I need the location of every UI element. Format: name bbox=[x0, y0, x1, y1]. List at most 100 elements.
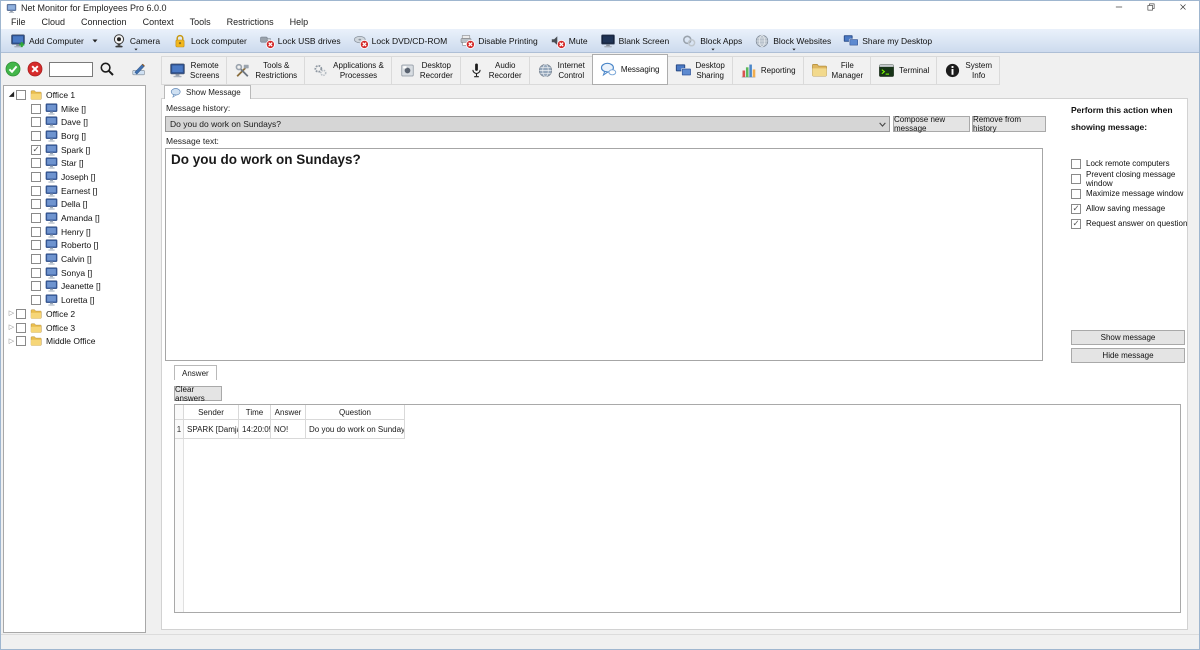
action-checkbox[interactable] bbox=[1071, 204, 1081, 214]
tree-item-borg[interactable]: Borg [] bbox=[4, 129, 145, 143]
remove-from-history-button[interactable]: Remove from history bbox=[972, 116, 1046, 132]
tab-remote-screens[interactable]: RemoteScreens bbox=[161, 56, 227, 85]
tree-item-checkbox[interactable] bbox=[31, 213, 41, 223]
toolbar-disable-printing-button[interactable]: Disable Printing bbox=[454, 31, 545, 51]
tab-applications-processes[interactable]: Applications &Processes bbox=[304, 56, 392, 85]
answer-row[interactable]: 1SPARK [Damjan]14:20:05NO!Do you do work… bbox=[175, 420, 405, 439]
toolbar-add-computer-button[interactable]: Add Computer bbox=[5, 31, 106, 51]
tree-group-office-1[interactable]: ◢Office 1 bbox=[4, 88, 145, 102]
connect-button[interactable] bbox=[5, 61, 21, 77]
action-checkbox[interactable] bbox=[1071, 174, 1081, 184]
dropdown-caret-icon[interactable] bbox=[791, 47, 796, 52]
toolbar-mute-button[interactable]: Mute bbox=[545, 31, 595, 51]
tree-item-loretta[interactable]: Loretta [] bbox=[4, 293, 145, 307]
tree-item-earnest[interactable]: Earnest [] bbox=[4, 184, 145, 198]
tree-item-checkbox[interactable] bbox=[31, 227, 41, 237]
action-checkbox[interactable] bbox=[1071, 219, 1081, 229]
hide-message-button[interactable]: Hide message bbox=[1071, 348, 1185, 363]
tree-group-middle-office[interactable]: ▷Middle Office bbox=[4, 334, 145, 348]
tab-reporting[interactable]: Reporting bbox=[732, 56, 804, 85]
tree-item-amanda[interactable]: Amanda [] bbox=[4, 211, 145, 225]
tree-expand-icon[interactable]: ▷ bbox=[7, 337, 16, 346]
tree-item-checkbox[interactable] bbox=[31, 281, 41, 291]
tree-group-checkbox[interactable] bbox=[16, 323, 26, 333]
tree-item-della[interactable]: Della [] bbox=[4, 198, 145, 212]
disconnect-button[interactable] bbox=[27, 61, 43, 77]
tree-item-mike[interactable]: Mike [] bbox=[4, 102, 145, 116]
dropdown-caret-icon[interactable] bbox=[710, 47, 715, 52]
tab-answer[interactable]: Answer bbox=[174, 365, 217, 380]
tree-item-roberto[interactable]: Roberto [] bbox=[4, 239, 145, 253]
close-button[interactable] bbox=[1167, 1, 1199, 15]
tab-messaging[interactable]: Messaging bbox=[592, 54, 668, 85]
tree-item-checkbox[interactable] bbox=[31, 117, 41, 127]
tree-item-henry[interactable]: Henry [] bbox=[4, 225, 145, 239]
tree-item-checkbox[interactable] bbox=[31, 199, 41, 209]
tree-group-checkbox[interactable] bbox=[16, 336, 26, 346]
tree-expand-icon[interactable]: ▷ bbox=[7, 323, 16, 332]
action-checkbox[interactable] bbox=[1071, 159, 1081, 169]
tree-item-checkbox[interactable] bbox=[31, 131, 41, 141]
menu-context[interactable]: Context bbox=[135, 17, 182, 27]
tree-item-jeanette[interactable]: Jeanette [] bbox=[4, 280, 145, 294]
tab-internet-control[interactable]: InternetControl bbox=[529, 56, 593, 85]
tree-item-checkbox[interactable] bbox=[31, 186, 41, 196]
tree-item-calvin[interactable]: Calvin [] bbox=[4, 252, 145, 266]
tree-item-checkbox[interactable] bbox=[31, 254, 41, 264]
toolbar-blank-screen-button[interactable]: Blank Screen bbox=[595, 31, 677, 51]
tree-item-checkbox[interactable] bbox=[31, 104, 41, 114]
tree-group-office-3[interactable]: ▷Office 3 bbox=[4, 321, 145, 335]
menu-tools[interactable]: Tools bbox=[182, 17, 219, 27]
toolbar-block-apps-button[interactable]: Block Apps bbox=[676, 31, 749, 51]
tree-item-checkbox[interactable] bbox=[31, 172, 41, 182]
chevron-down-icon[interactable] bbox=[875, 117, 889, 131]
compose-new-message-button[interactable]: Compose new message bbox=[893, 116, 970, 132]
tree-item-star[interactable]: Star [] bbox=[4, 156, 145, 170]
toolbar-lock-computer-button[interactable]: Lock computer bbox=[167, 31, 254, 51]
search-input[interactable] bbox=[49, 62, 93, 77]
tab-tools-restrictions[interactable]: Tools &Restrictions bbox=[226, 56, 305, 85]
menu-connection[interactable]: Connection bbox=[73, 17, 135, 27]
message-text-area[interactable]: Do you do work on Sundays? bbox=[165, 148, 1043, 361]
tree-item-joseph[interactable]: Joseph [] bbox=[4, 170, 145, 184]
search-icon[interactable] bbox=[99, 61, 115, 77]
tab-system-info[interactable]: SystemInfo bbox=[936, 56, 1000, 85]
tab-show-message[interactable]: Show Message bbox=[164, 85, 251, 99]
dropdown-caret-icon[interactable] bbox=[91, 37, 99, 45]
tree-expand-icon[interactable]: ◢ bbox=[7, 90, 16, 99]
tree-item-sonya[interactable]: Sonya [] bbox=[4, 266, 145, 280]
tree-item-dave[interactable]: Dave [] bbox=[4, 115, 145, 129]
tab-desktop-recorder[interactable]: DesktopRecorder bbox=[391, 56, 461, 85]
tree-group-checkbox[interactable] bbox=[16, 90, 26, 100]
dropdown-caret-icon[interactable] bbox=[134, 47, 139, 52]
edit-icon[interactable] bbox=[131, 61, 147, 77]
message-history-combobox[interactable]: Do you do work on Sundays? bbox=[165, 116, 890, 132]
minimize-button[interactable] bbox=[1103, 1, 1135, 15]
menu-file[interactable]: File bbox=[3, 17, 34, 27]
tree-item-checkbox[interactable] bbox=[31, 268, 41, 278]
toolbar-lock-dvd-cd-rom-button[interactable]: Lock DVD/CD-ROM bbox=[348, 31, 455, 51]
show-message-button[interactable]: Show message bbox=[1071, 330, 1185, 345]
toolbar-camera-button[interactable]: Camera bbox=[106, 31, 167, 51]
toolbar-block-websites-button[interactable]: Block Websites bbox=[749, 31, 838, 51]
tab-audio-recorder[interactable]: AudioRecorder bbox=[460, 56, 530, 85]
action-checkbox[interactable] bbox=[1071, 189, 1081, 199]
menu-cloud[interactable]: Cloud bbox=[34, 17, 74, 27]
clear-answers-button[interactable]: Clear answers bbox=[174, 386, 222, 401]
tree-item-checkbox[interactable] bbox=[31, 295, 41, 305]
tree-item-checkbox[interactable] bbox=[31, 240, 41, 250]
toolbar-share-my-desktop-button[interactable]: Share my Desktop bbox=[838, 31, 939, 51]
tree-group-office-2[interactable]: ▷Office 2 bbox=[4, 307, 145, 321]
tree-expand-icon[interactable]: ▷ bbox=[7, 309, 16, 318]
tab-terminal[interactable]: Terminal bbox=[870, 56, 937, 85]
tree-item-checkbox[interactable] bbox=[31, 158, 41, 168]
tree-group-checkbox[interactable] bbox=[16, 309, 26, 319]
tab-file-manager[interactable]: FileManager bbox=[803, 56, 872, 85]
maximize-button[interactable] bbox=[1135, 1, 1167, 15]
menu-restrictions[interactable]: Restrictions bbox=[219, 17, 282, 27]
tree-item-checkbox[interactable] bbox=[31, 145, 41, 155]
toolbar-lock-usb-drives-button[interactable]: Lock USB drives bbox=[254, 31, 348, 51]
menu-help[interactable]: Help bbox=[282, 17, 317, 27]
tab-desktop-sharing[interactable]: DesktopSharing bbox=[667, 56, 733, 85]
tree-item-spark[interactable]: Spark [] bbox=[4, 143, 145, 157]
